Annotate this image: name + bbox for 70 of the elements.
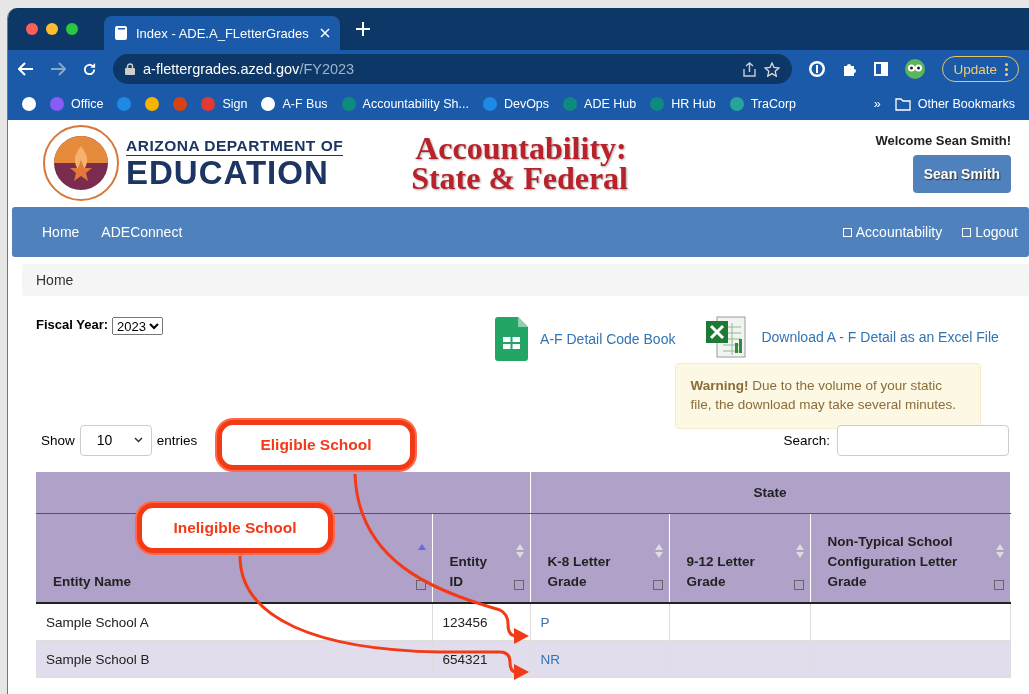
bookmark-icon[interactable] — [145, 97, 160, 111]
sidebar-icon[interactable] — [874, 62, 889, 76]
bookmark[interactable]: Sign — [201, 97, 248, 111]
grade-link[interactable]: P — [530, 603, 669, 641]
table-cell: Sample School B — [36, 640, 432, 678]
more-icon[interactable] — [1005, 62, 1008, 76]
column-header[interactable]: Entity ID — [432, 513, 530, 603]
url-text: a-flettergrades.azed.gov/FY2023 — [143, 61, 355, 77]
entries-label: entries — [156, 432, 198, 448]
filter-icon[interactable] — [993, 580, 1004, 590]
bookmark-icon[interactable] — [22, 97, 36, 111]
show-label: Show — [41, 432, 75, 448]
share-icon[interactable] — [743, 61, 757, 77]
close-window-icon[interactable] — [26, 23, 38, 35]
logo-text: EDUCATION — [126, 156, 330, 189]
lock-icon — [125, 63, 135, 75]
filter-icon[interactable] — [652, 580, 663, 590]
browser-tab[interactable]: Index - ADE.A_FLetterGrades — [104, 16, 340, 50]
document-icon — [114, 25, 128, 41]
avatar-icon[interactable] — [904, 58, 927, 80]
filter-icon[interactable] — [415, 580, 426, 590]
search-field[interactable] — [837, 424, 1009, 456]
bookmark[interactable]: TraCorp — [729, 97, 797, 111]
callout-tooltip: Ineligible School — [137, 503, 333, 553]
bookmark[interactable]: DevOps — [482, 97, 550, 111]
logo-text: ARIZONA DEPARTMENT OF — [126, 137, 344, 156]
folder-icon — [894, 97, 911, 111]
spreadsheet-icon — [495, 317, 529, 361]
back-arrow-icon[interactable] — [18, 62, 34, 76]
bookmark[interactable]: A-F Bus — [261, 97, 328, 111]
nav-link[interactable]: Accountability — [842, 224, 943, 240]
nav-link[interactable]: Home — [42, 224, 80, 240]
puzzle-icon[interactable] — [842, 61, 859, 77]
warning-message: Warning! Due to the volume of your static file, the download may take several minutes. — [675, 363, 982, 429]
bookmark[interactable]: Office — [50, 97, 104, 111]
password-manager-icon[interactable] — [808, 60, 827, 78]
column-header[interactable]: K-8 Letter Grade — [530, 513, 669, 603]
bookmark[interactable]: Accountability Sh... — [341, 97, 469, 111]
grade-link[interactable]: NR — [530, 640, 669, 678]
welcome-text: Welcome Sean Smith! — [875, 133, 1011, 148]
download-link[interactable]: A-F Detail Code Book — [540, 331, 676, 347]
search-label: Search: — [783, 432, 830, 448]
user-button[interactable]: Sean Smith — [912, 155, 1011, 193]
filter-icon[interactable] — [513, 580, 524, 590]
bookmark[interactable]: HR Hub — [650, 97, 716, 111]
forward-arrow-icon[interactable] — [50, 62, 66, 76]
more-bookmarks[interactable]: » — [873, 97, 881, 111]
filter-icon[interactable] — [793, 580, 804, 590]
reload-icon[interactable] — [82, 61, 97, 77]
close-icon[interactable] — [320, 28, 330, 38]
star-icon[interactable] — [764, 61, 781, 77]
maximize-window-icon[interactable] — [66, 23, 78, 35]
callout-tooltip: Eligible School — [217, 420, 415, 470]
address-bar[interactable]: a-flettergrades.azed.gov/FY2023 — [113, 54, 793, 84]
entries-select[interactable]: 10 — [79, 424, 152, 456]
fiscal-year-label: Fiscal Year: — [36, 317, 109, 332]
plus-icon[interactable] — [356, 22, 370, 36]
download-link[interactable]: Download A - F Detail as an Excel File — [761, 329, 999, 345]
breadcrumb-text: Home — [36, 272, 74, 288]
column-header[interactable]: 9-12 Letter Grade — [669, 513, 810, 603]
table-cell: Sample School A — [36, 603, 432, 641]
group-header: State — [530, 472, 1010, 514]
fiscal-year-select[interactable]: 2023 — [112, 317, 164, 335]
other-bookmarks[interactable]: Other Bookmarks — [894, 97, 1015, 111]
chevron-down-icon — [133, 437, 143, 443]
nav-link[interactable]: ADEConnect — [101, 224, 183, 240]
nav-link[interactable]: Logout — [962, 224, 1018, 240]
minimize-window-icon[interactable] — [46, 23, 58, 35]
column-header[interactable]: Non-Typical School Configuration Letter Grade — [810, 513, 1010, 603]
bookmark[interactable]: ADE Hub — [563, 97, 637, 111]
